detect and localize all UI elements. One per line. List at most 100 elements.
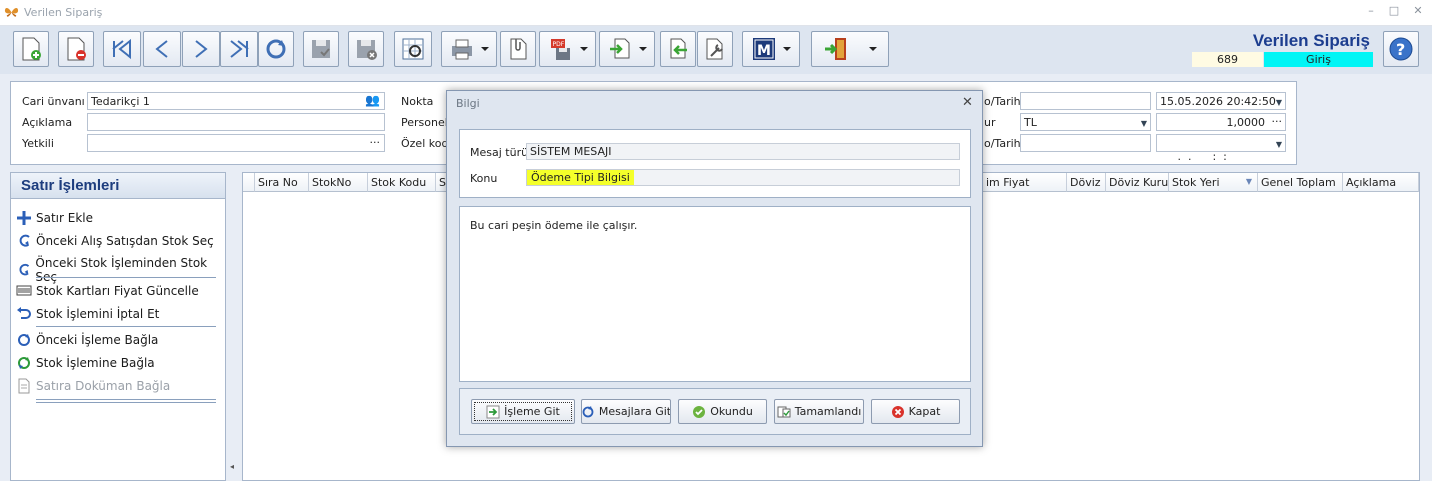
go-to-operation-button[interactable]: İşleme Git xyxy=(471,399,575,424)
kur-label: ur xyxy=(984,116,996,129)
preview-icon xyxy=(402,38,424,60)
exit-button[interactable] xyxy=(811,31,889,67)
cancel-stock-operation-label: Stok İşlemini İptal Et xyxy=(36,307,160,321)
column-header[interactable]: Döviz xyxy=(1067,173,1106,192)
people-icon[interactable]: 👥 xyxy=(365,94,380,107)
yetkili-input[interactable]: ··· xyxy=(87,134,385,152)
chevron-down-icon[interactable]: ▼ xyxy=(1276,138,1282,151)
select-from-previous-stock-item[interactable]: Önceki Stok İşleminden Stok Seç xyxy=(16,256,225,284)
chevron-down-icon[interactable]: ▼ xyxy=(1276,96,1282,109)
yetkili-ellipsis-button[interactable]: ··· xyxy=(370,136,381,149)
title-bar: Verilen Sipariş – □ ✕ xyxy=(0,0,1432,26)
new-document-button[interactable] xyxy=(13,31,49,67)
save-cancel-icon xyxy=(357,40,377,60)
column-header[interactable]: Açıklama xyxy=(1343,173,1419,192)
row-operations-title: Satır İşlemleri xyxy=(11,173,225,199)
link-previous-operation-label: Önceki İşleme Bağla xyxy=(36,333,159,347)
dialog-close-button[interactable]: ✕ xyxy=(962,95,973,110)
column-header[interactable]: StokNo xyxy=(309,173,368,192)
personel-label: Personel xyxy=(401,116,448,129)
mesaj-turu-label: Mesaj türü xyxy=(470,146,529,159)
mesaj-turu-value: SİSTEM MESAJI xyxy=(530,145,612,158)
close-circle-icon xyxy=(891,405,904,418)
module-button[interactable]: M xyxy=(742,31,800,67)
minimize-button[interactable]: – xyxy=(1360,4,1382,20)
help-button[interactable]: ? xyxy=(1383,31,1419,67)
check-circle-icon xyxy=(693,405,706,418)
select-from-previous-sale-label: Önceki Alış Satışdan Stok Seç xyxy=(36,234,214,248)
currency-value: TL xyxy=(1024,116,1037,129)
sort-down-icon[interactable]: ▼ xyxy=(1246,177,1252,186)
stock-yeri-header-label: Stok Yeri xyxy=(1172,176,1220,189)
cancel-stock-operation-item[interactable]: Stok İşlemini İptal Et xyxy=(16,306,159,322)
chevron-down-icon[interactable]: ▼ xyxy=(1141,117,1147,130)
tarih1-datetime-picker[interactable]: 15.05.2026 20:42:50 ▼ xyxy=(1156,92,1286,110)
select-from-previous-sale-item[interactable]: Önceki Alış Satışdan Stok Seç xyxy=(16,233,214,249)
next-record-icon xyxy=(195,40,208,58)
attachment-icon xyxy=(510,38,527,60)
delete-document-button[interactable] xyxy=(58,31,94,67)
exchange-rate-input[interactable]: 1,0000 ··· xyxy=(1156,113,1286,131)
complete-list-icon xyxy=(777,406,791,417)
exit-door-icon xyxy=(825,38,846,60)
attach-document-label: Satıra Doküman Bağla xyxy=(36,379,171,393)
add-row-item[interactable]: Satır Ekle xyxy=(16,210,93,226)
sync-icon xyxy=(582,405,594,417)
export-button[interactable] xyxy=(599,31,655,67)
column-header[interactable]: Sıra No xyxy=(255,173,309,192)
select-from-previous-stock-label: Önceki Stok İşleminden Stok Seç xyxy=(35,256,208,284)
attach-document-item[interactable]: Satıra Doküman Bağla xyxy=(16,378,170,394)
column-header[interactable]: im Fiyat xyxy=(983,173,1067,192)
column-header[interactable]: Döviz Kuru xyxy=(1106,173,1169,192)
yetkili-label: Yetkili xyxy=(22,137,54,150)
tarih2-input[interactable] xyxy=(1020,134,1151,152)
link-stock-operation-item[interactable]: Stok İşlemine Bağla xyxy=(16,355,155,371)
document-state: Giriş xyxy=(1264,52,1373,67)
pdf-button[interactable]: PDF xyxy=(539,31,596,67)
attachment-button[interactable] xyxy=(500,31,536,67)
help-icon: ? xyxy=(1389,37,1413,61)
close-button[interactable]: Kapat xyxy=(871,399,960,424)
maximize-button[interactable]: □ xyxy=(1383,4,1405,20)
aciklama-input[interactable] xyxy=(87,113,385,131)
column-header[interactable]: Stok Yeri ▼ xyxy=(1169,173,1258,192)
go-to-operation-label: İşleme Git xyxy=(504,405,560,418)
svg-text:PDF: PDF xyxy=(552,41,564,48)
print-button[interactable] xyxy=(441,31,497,67)
update-stock-prices-item[interactable]: Stok Kartları Fiyat Güncelle xyxy=(16,283,199,299)
go-to-messages-button[interactable]: Mesajlara Git xyxy=(581,399,671,424)
column-header[interactable]: Stok Kodu xyxy=(368,173,436,192)
currency-select[interactable]: TL ▼ xyxy=(1020,113,1151,131)
svg-text:M: M xyxy=(757,43,771,59)
tarih1-input[interactable] xyxy=(1020,92,1151,110)
link-icon xyxy=(18,357,30,369)
refresh-button[interactable] xyxy=(258,31,294,67)
import-button[interactable] xyxy=(660,31,696,67)
save-discard-button[interactable] xyxy=(348,31,384,67)
chevron-left-icon[interactable]: ◂ xyxy=(230,462,234,471)
first-record-button[interactable] xyxy=(103,31,141,67)
update-stock-prices-label: Stok Kartları Fiyat Güncelle xyxy=(36,284,199,298)
exchange-rate-ellipsis-button[interactable]: ··· xyxy=(1272,115,1283,128)
plus-icon xyxy=(17,211,31,225)
export-icon xyxy=(610,38,630,59)
completed-button[interactable]: Tamamlandı xyxy=(774,399,864,424)
last-record-button[interactable] xyxy=(220,31,258,67)
close-window-button[interactable]: ✕ xyxy=(1407,4,1429,20)
mark-read-button[interactable]: Okundu xyxy=(678,399,767,424)
close-label: Kapat xyxy=(908,405,941,418)
cari-input[interactable]: Tedarikçi 1 👥 xyxy=(87,92,385,110)
save-button[interactable] xyxy=(303,31,339,67)
link-previous-operation-item[interactable]: Önceki İşleme Bağla xyxy=(16,332,158,348)
previous-record-button[interactable] xyxy=(143,31,181,67)
preview-button[interactable] xyxy=(394,31,432,67)
tarih2-datetime-picker[interactable]: . . : : ▼ xyxy=(1156,134,1286,163)
window-title: Verilen Sipariş xyxy=(24,6,103,19)
next-record-button[interactable] xyxy=(182,31,220,67)
go-to-messages-label: Mesajlara Git xyxy=(598,405,671,418)
column-header[interactable]: Genel Toplam xyxy=(1258,173,1343,192)
chevron-down-icon xyxy=(869,47,877,51)
panel-splitter[interactable]: ◂ xyxy=(229,172,241,481)
tools-button[interactable] xyxy=(697,31,733,67)
row-operations-panel: Satır İşlemleri Satır Ekle Önceki Alış S… xyxy=(10,172,226,481)
